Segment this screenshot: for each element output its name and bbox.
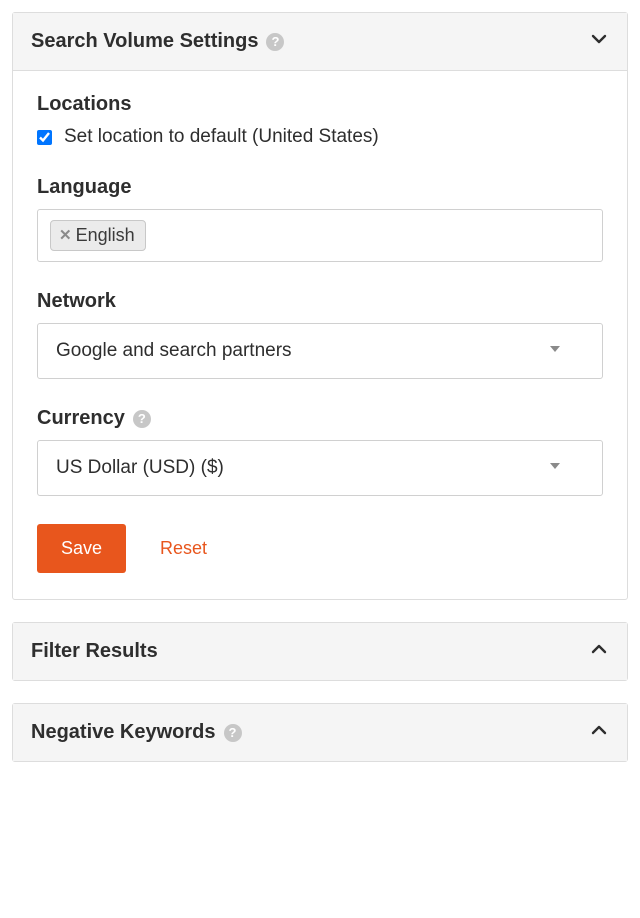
chevron-up-icon [589,639,609,664]
network-label: Network [37,290,603,313]
close-icon[interactable]: ✕ [59,228,72,243]
search-volume-settings-panel: Search Volume Settings ? Locations Set l… [12,12,628,600]
locations-label: Locations [37,93,603,116]
chevron-up-icon [589,720,609,745]
location-default-text: Set location to default (United States) [64,126,379,148]
panel-title: Search Volume Settings ? [31,30,284,53]
network-value: Google and search partners [56,340,292,362]
location-default-checkbox[interactable] [37,130,52,145]
filter-results-header[interactable]: Filter Results [13,623,627,680]
location-default-row[interactable]: Set location to default (United States) [37,126,603,148]
panel-title-text: Filter Results [31,640,158,663]
panel-title: Filter Results [31,640,158,663]
language-input[interactable]: ✕ English [37,209,603,262]
filter-results-panel: Filter Results [12,622,628,681]
language-tag-text: English [76,225,135,246]
panel-body: Locations Set location to default (Unite… [13,71,627,599]
help-icon[interactable]: ? [224,724,242,742]
save-button[interactable]: Save [37,524,126,573]
search-volume-settings-header[interactable]: Search Volume Settings ? [13,13,627,71]
chevron-down-icon [589,29,609,54]
negative-keywords-panel: Negative Keywords ? [12,703,628,762]
language-tag: ✕ English [50,220,146,251]
help-icon[interactable]: ? [133,410,151,428]
help-icon[interactable]: ? [266,33,284,51]
reset-button[interactable]: Reset [160,538,207,559]
button-row: Save Reset [37,524,603,573]
currency-label-text: Currency [37,407,125,430]
panel-title: Negative Keywords ? [31,721,242,744]
currency-label: Currency ? [37,407,603,430]
caret-down-icon [548,340,562,362]
network-select[interactable]: Google and search partners [37,323,603,379]
currency-value: US Dollar (USD) ($) [56,457,224,479]
panel-title-text: Negative Keywords [31,721,216,744]
language-label: Language [37,176,603,199]
currency-select[interactable]: US Dollar (USD) ($) [37,440,603,496]
negative-keywords-header[interactable]: Negative Keywords ? [13,704,627,761]
caret-down-icon [548,457,562,479]
panel-title-text: Search Volume Settings [31,30,258,53]
